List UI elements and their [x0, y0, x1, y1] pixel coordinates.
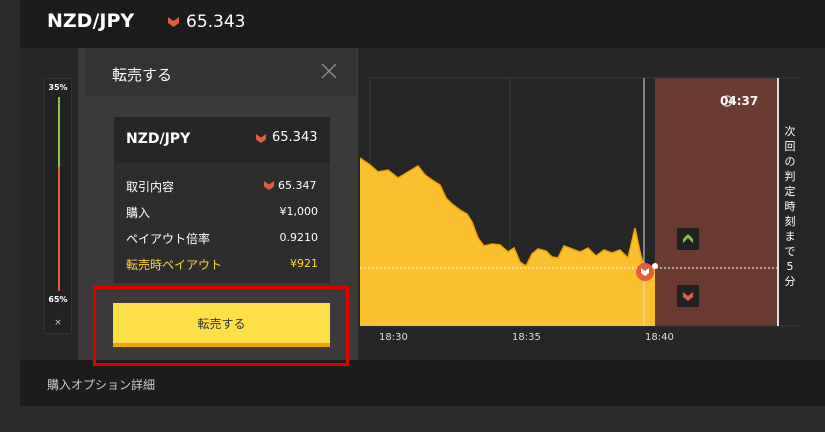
trade-content-value: 65.347: [278, 179, 317, 192]
gauge-bar-up: [58, 97, 60, 167]
gauge-bottom-percent: 65%: [48, 295, 68, 304]
resell-payout-value: ¥921: [290, 257, 318, 270]
bottom-bar: 購入オプション詳細: [20, 360, 825, 406]
current-point: [652, 263, 658, 269]
highlight-box: [93, 286, 349, 366]
card-header: NZD/JPY 65.343: [114, 117, 330, 163]
purchase-option-details[interactable]: 購入オプション詳細: [47, 376, 155, 393]
price-area: [360, 158, 655, 326]
panel-header: 転売する: [86, 48, 356, 96]
countdown-timer: 04:37: [720, 94, 759, 108]
down-arrow-icon: [256, 134, 266, 143]
purchase-label: 購入: [126, 206, 151, 220]
x-tick: 18:30: [379, 332, 408, 343]
up-marker-box: [677, 228, 699, 250]
trade-content-label: 取引内容: [126, 180, 175, 194]
down-arrow-icon: [264, 181, 274, 190]
next-judgement-label: 次回の判定時刻まで5分: [784, 125, 796, 288]
gauge-bar-down: [58, 167, 60, 291]
x-tick: 18:35: [512, 332, 541, 343]
expiry-zone: [655, 78, 779, 326]
close-icon[interactable]: [321, 63, 337, 79]
card-pair: NZD/JPY: [126, 131, 191, 147]
panel-title: 転売する: [112, 66, 173, 84]
x-tick: 18:40: [645, 332, 674, 343]
gauge-close-button[interactable]: ×: [45, 318, 71, 328]
resell-payout-label: 転売時ペイアウト: [126, 258, 223, 272]
payout-rate-value: 0.9210: [279, 231, 319, 244]
sentiment-gauge: 35% 65% ×: [44, 78, 72, 334]
card-price: 65.343: [272, 130, 318, 145]
gauge-top-percent: 35%: [48, 83, 68, 92]
payout-rate-label: ペイアウト倍率: [126, 232, 211, 246]
purchase-value: ¥1,000: [279, 205, 319, 218]
